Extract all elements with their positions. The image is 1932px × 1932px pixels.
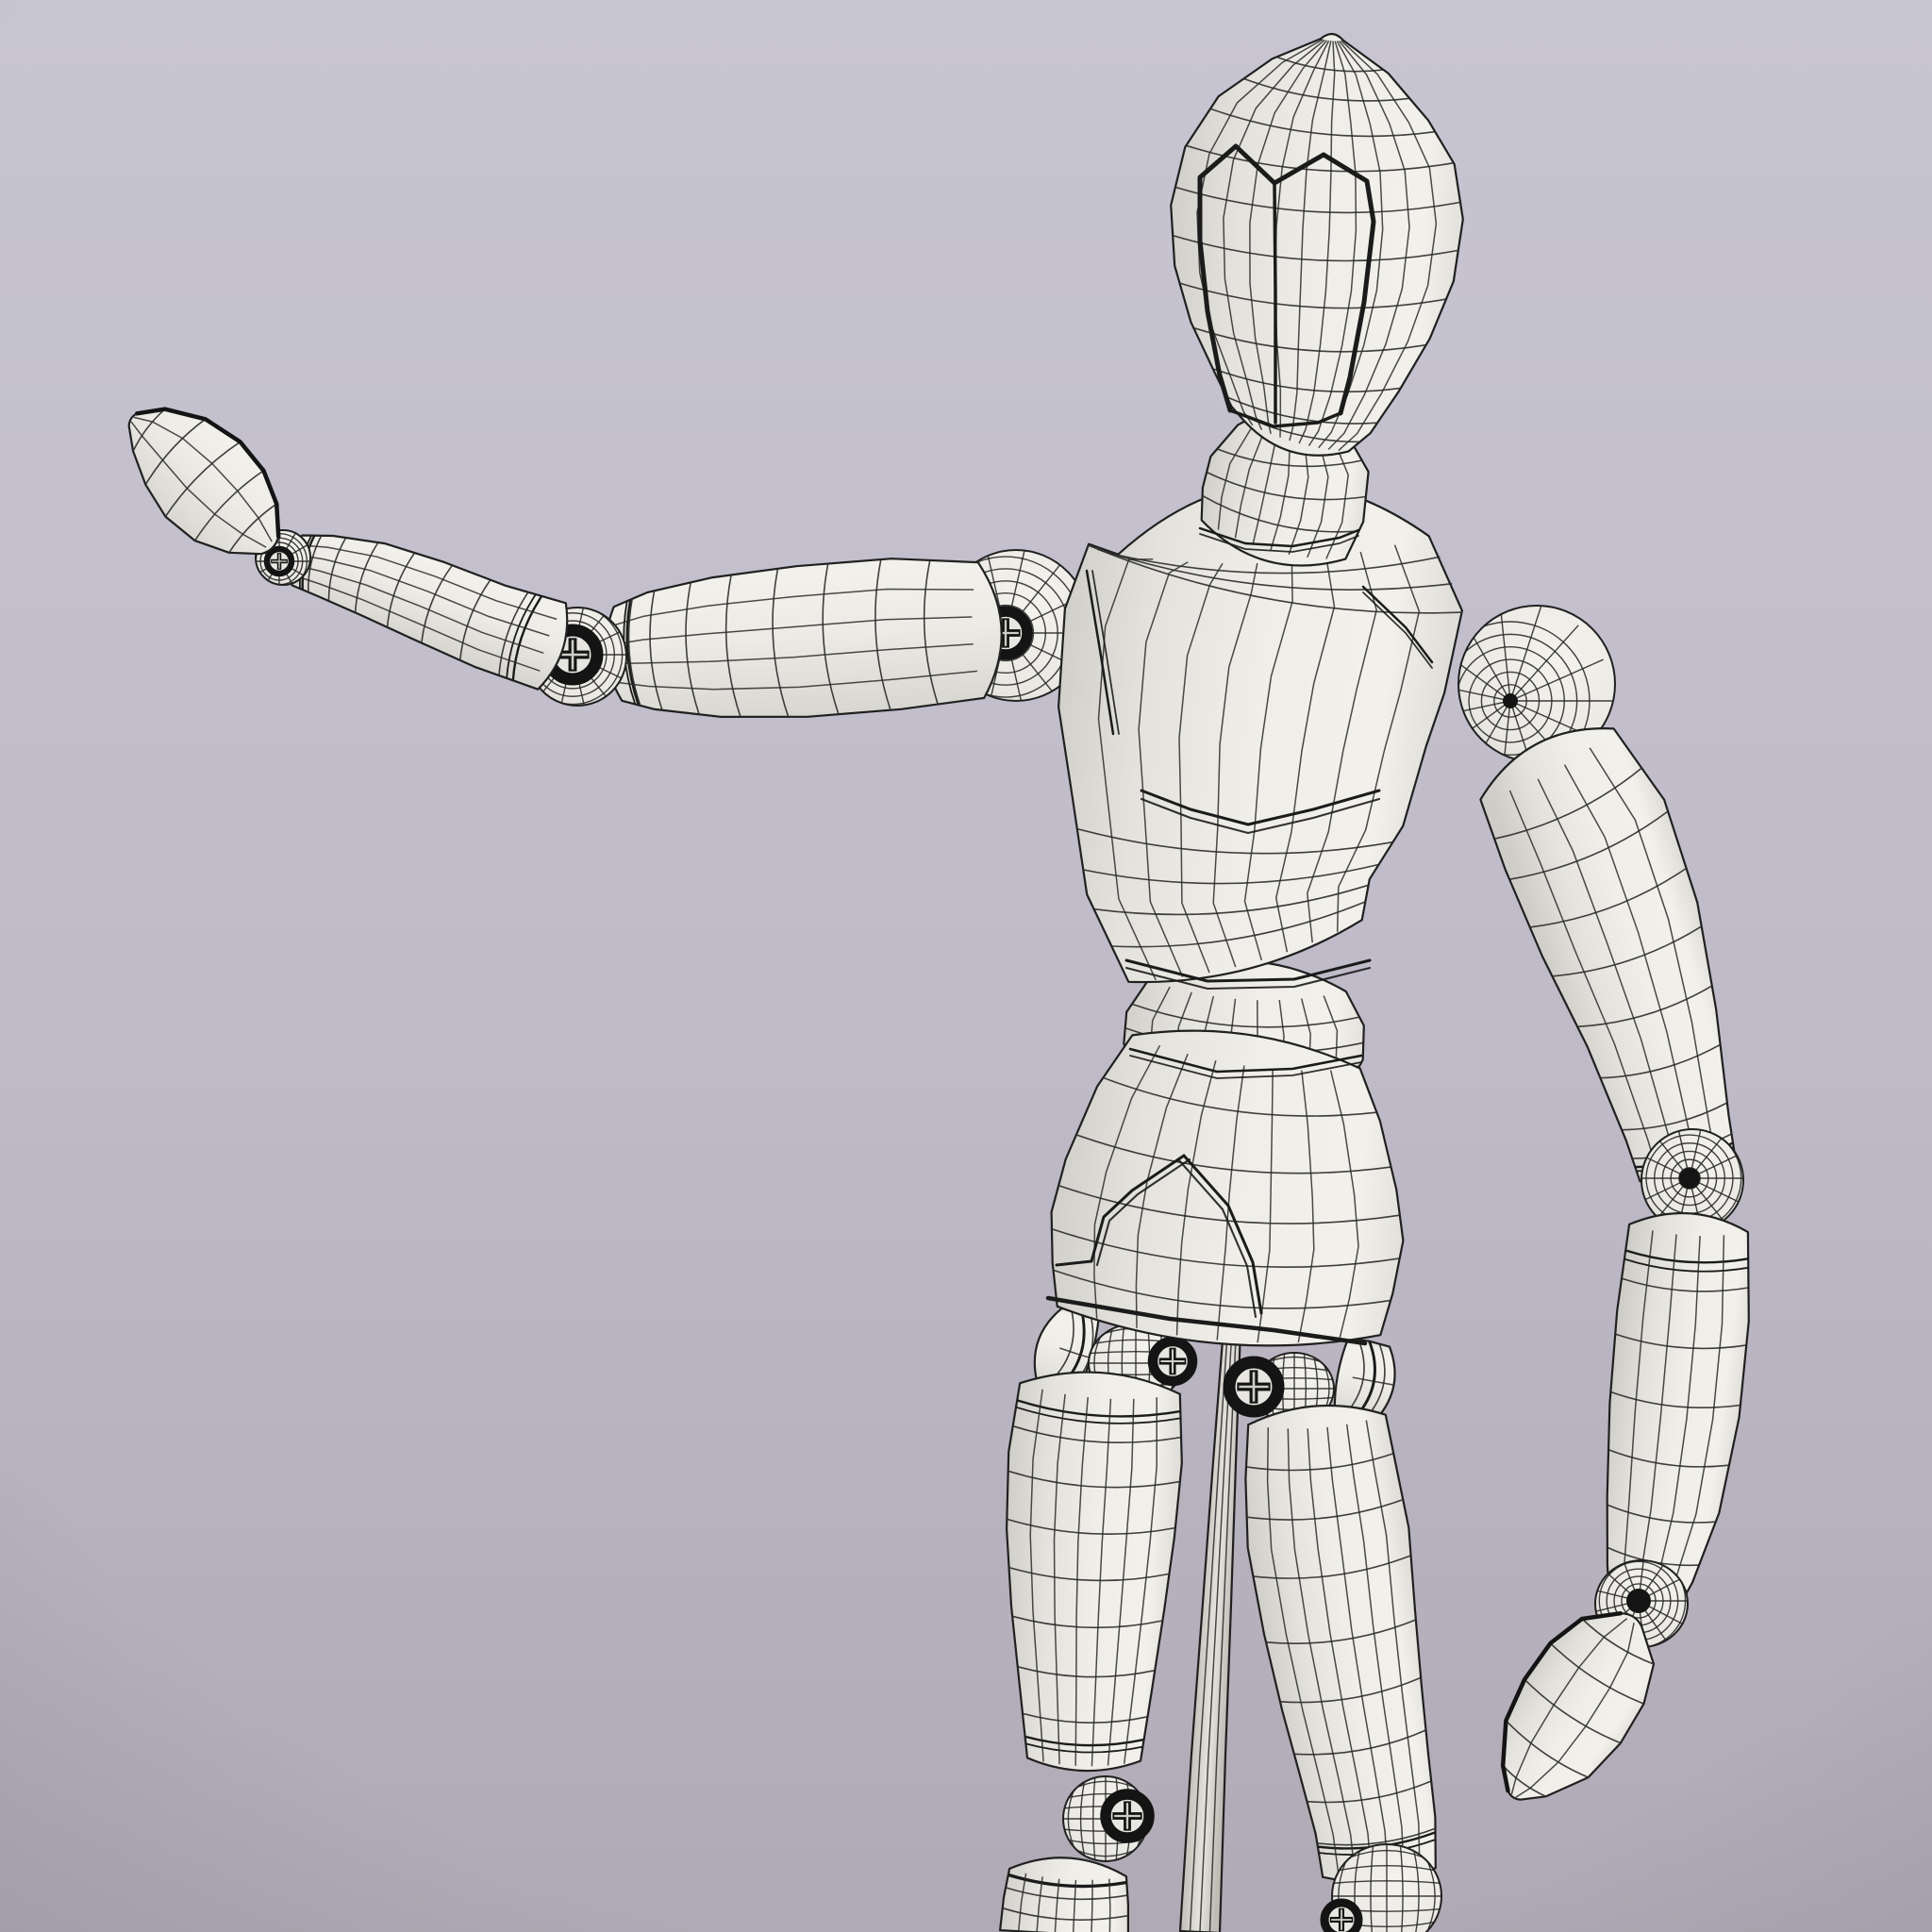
vignette-overlay <box>0 0 1932 1932</box>
mannequin-wireframe-render <box>0 0 1932 1932</box>
render-stage <box>0 0 1932 1932</box>
